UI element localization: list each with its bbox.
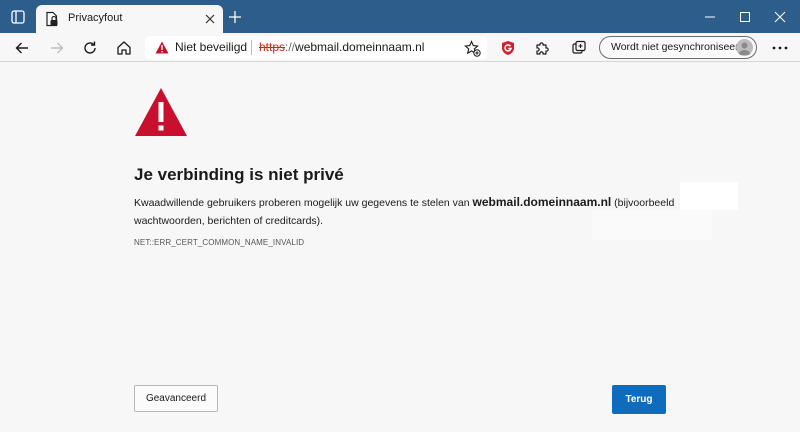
title-bar: Privacyfout (0, 0, 800, 33)
plus-icon[interactable] (226, 8, 244, 26)
security-status-label[interactable]: Niet beveiligd (175, 40, 247, 54)
file-lock-icon (44, 11, 60, 27)
minimize-icon[interactable] (700, 7, 720, 27)
url-separator: :// (285, 40, 296, 54)
url-scheme: https (259, 40, 286, 54)
back-arrow-icon[interactable] (11, 37, 33, 59)
url-text[interactable]: https://webmail.domeinnaam.nl (259, 40, 424, 54)
error-code: NET::ERR_CERT_COMMON_NAME_INVALID (134, 238, 305, 247)
address-bar[interactable]: Niet beveiligd https://webmail.domeinnaa… (145, 36, 487, 59)
sync-status-label: Wordt niet gesynchroniseerd (611, 41, 745, 53)
window-menu-icon[interactable] (10, 9, 26, 25)
home-icon[interactable] (113, 37, 135, 59)
page-title: Je verbinding is niet privé (134, 165, 344, 184)
back-button[interactable]: Terug (612, 385, 666, 414)
more-dots-icon[interactable] (769, 37, 791, 59)
advanced-button[interactable]: Geavanceerd (134, 385, 218, 412)
warning-triangle-icon (134, 87, 188, 137)
shield-extension-icon[interactable] (497, 37, 519, 59)
redaction-block (680, 182, 738, 210)
address-divider (251, 40, 252, 55)
close-icon[interactable] (202, 11, 218, 27)
avatar-icon (736, 39, 753, 56)
browser-toolbar: Niet beveiligd https://webmail.domeinnaa… (0, 33, 800, 62)
warning-triangle-icon[interactable] (155, 41, 169, 54)
error-page: Je verbinding is niet privé Kwaadwillend… (0, 62, 800, 432)
profile-sync-button[interactable]: Wordt niet gesynchroniseerd (599, 36, 757, 59)
forward-arrow-icon[interactable] (46, 37, 68, 59)
redaction-block (592, 210, 712, 240)
tab-title: Privacyfout (68, 12, 123, 24)
close-window-icon[interactable] (770, 7, 790, 27)
url-host: webmail.domeinnaam.nl (295, 40, 425, 54)
description-text: Kwaadwillende gebruikers proberen mogeli… (134, 197, 473, 209)
refresh-icon[interactable] (79, 37, 101, 59)
tab-privacy-error[interactable]: Privacyfout (36, 5, 223, 33)
maximize-icon[interactable] (735, 7, 755, 27)
collections-icon[interactable] (568, 37, 590, 59)
star-add-icon[interactable] (463, 39, 481, 57)
description-host: webmail.domeinnaam.nl (472, 195, 612, 209)
puzzle-icon[interactable] (531, 37, 553, 59)
